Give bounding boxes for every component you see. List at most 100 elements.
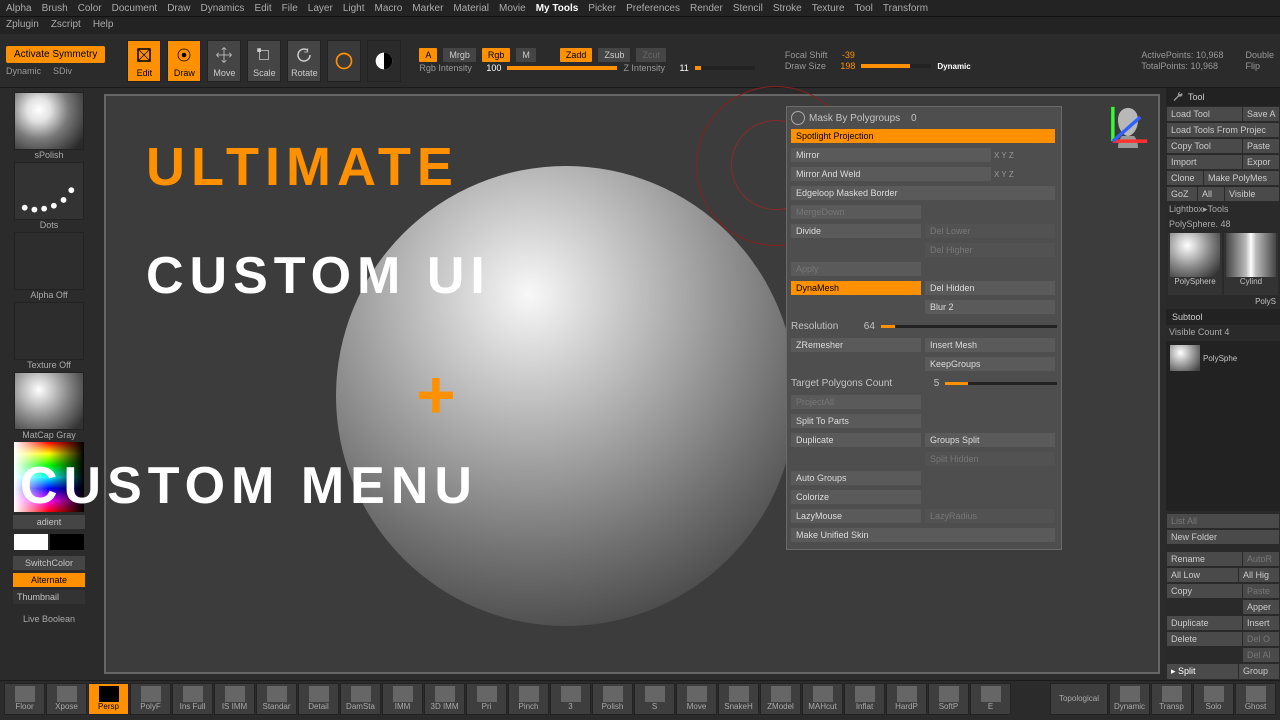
edgeloop-button[interactable]: Edgeloop Masked Border: [791, 186, 1055, 200]
menu-alpha[interactable]: Alpha: [6, 3, 32, 14]
del-all-button[interactable]: Del Al: [1243, 648, 1279, 662]
menu-color[interactable]: Color: [78, 3, 102, 14]
mahcut-brush-button[interactable]: MAHcut: [802, 683, 843, 715]
texture-slot[interactable]: Texture Off: [12, 302, 86, 370]
apply-button[interactable]: Apply: [791, 262, 921, 276]
menu-document[interactable]: Document: [112, 3, 158, 14]
edit-mode-button[interactable]: Edit: [127, 40, 161, 82]
lightbox-tools-link[interactable]: Lightbox▸Tools: [1166, 202, 1280, 217]
lazymouse-button[interactable]: LazyMouse: [791, 509, 921, 523]
menu-light[interactable]: Light: [343, 3, 365, 14]
menu-picker[interactable]: Picker: [588, 3, 616, 14]
blur-button[interactable]: Blur 2: [925, 300, 1055, 314]
rgb-button[interactable]: Rgb: [482, 48, 511, 62]
insert-mesh-button[interactable]: Insert Mesh: [925, 338, 1055, 352]
floor-button[interactable]: Floor: [4, 683, 45, 715]
live-boolean-label[interactable]: Live Boolean: [23, 614, 75, 624]
spotlight-projection-button[interactable]: Spotlight Projection: [791, 129, 1055, 143]
camera-head-gizmo[interactable]: [1104, 102, 1152, 150]
brush-spolish[interactable]: sPolish: [12, 92, 86, 160]
menu-zplugin[interactable]: Zplugin: [6, 19, 39, 30]
goz-all-button[interactable]: All: [1198, 187, 1224, 201]
polyf-button[interactable]: PolyF: [130, 683, 171, 715]
menu-tool[interactable]: Tool: [855, 3, 873, 14]
flip-button[interactable]: Flip: [1245, 61, 1274, 71]
gradient-button[interactable]: adient: [13, 515, 85, 529]
detail-brush-button[interactable]: Detail: [298, 683, 339, 715]
subtool-list[interactable]: PolySphe: [1166, 341, 1280, 511]
clone-button[interactable]: Clone: [1167, 171, 1203, 185]
scale-mode-button[interactable]: Scale: [247, 40, 281, 82]
import-button[interactable]: Import: [1167, 155, 1242, 169]
menu-movie[interactable]: Movie: [499, 3, 526, 14]
transp-button[interactable]: Transp: [1151, 683, 1192, 715]
snakehook-brush-button[interactable]: SnakeH: [718, 683, 759, 715]
dynamesh-button[interactable]: DynaMesh: [791, 281, 921, 295]
3dimm-brush-button[interactable]: 3D IMM: [424, 683, 465, 715]
double-button[interactable]: Double: [1245, 50, 1274, 60]
menu-stroke[interactable]: Stroke: [773, 3, 802, 14]
del-other-button[interactable]: Del O: [1243, 632, 1279, 646]
split-to-parts-button[interactable]: Split To Parts: [791, 414, 921, 428]
solo-button[interactable]: Solo: [1193, 683, 1234, 715]
append-button[interactable]: Apper: [1243, 600, 1279, 614]
zcut-button[interactable]: Zcut: [636, 48, 666, 62]
load-from-project-button[interactable]: Load Tools From Projec: [1167, 123, 1279, 137]
move-mode-button[interactable]: Move: [207, 40, 241, 82]
insfull-button[interactable]: Ins Full: [172, 683, 213, 715]
draw-mode-button[interactable]: Draw: [167, 40, 201, 82]
menu-dynamics[interactable]: Dynamics: [201, 3, 245, 14]
color-secondary[interactable]: [50, 534, 84, 550]
material-slot[interactable]: MatCap Gray: [12, 372, 86, 440]
menu-help[interactable]: Help: [93, 19, 114, 30]
contrast-icon-button[interactable]: [367, 40, 401, 82]
alpha-slot[interactable]: Alpha Off: [12, 232, 86, 300]
insert-subtool-button[interactable]: Insert: [1243, 616, 1279, 630]
tool-thumb-cylinder[interactable]: Cylind: [1224, 233, 1278, 295]
duplicate-subtool-button[interactable]: Duplicate: [1167, 616, 1242, 630]
split-hidden-button[interactable]: Split Hidden: [925, 452, 1055, 466]
dynamic-toggle[interactable]: Dynamic: [937, 62, 970, 71]
m-button[interactable]: M: [516, 48, 536, 62]
ghost-button[interactable]: Ghost: [1235, 683, 1276, 715]
rotate-mode-button[interactable]: Rotate: [287, 40, 321, 82]
alternate-button[interactable]: Alternate: [13, 573, 85, 587]
zadd-button[interactable]: Zadd: [560, 48, 593, 62]
isimm-button[interactable]: IS IMM: [214, 683, 255, 715]
copy-subtool-button[interactable]: Copy: [1167, 584, 1242, 598]
polish-brush-button[interactable]: Polish: [592, 683, 633, 715]
menu-edit[interactable]: Edit: [254, 3, 271, 14]
draw-size-slider[interactable]: [861, 64, 931, 68]
make-polymesh-button[interactable]: Make PolyMes: [1204, 171, 1279, 185]
pri-brush-button[interactable]: Pri: [466, 683, 507, 715]
menu-render[interactable]: Render: [690, 3, 723, 14]
imm-brush-button[interactable]: IMM: [382, 683, 423, 715]
softpolish-brush-button[interactable]: SoftP: [928, 683, 969, 715]
hardpolish-brush-button[interactable]: HardP: [886, 683, 927, 715]
topological-button[interactable]: Topological: [1050, 683, 1108, 715]
activate-symmetry-button[interactable]: Activate Symmetry: [6, 46, 105, 63]
load-tool-button[interactable]: Load Tool: [1167, 107, 1242, 121]
brush-e-button[interactable]: E: [970, 683, 1011, 715]
mirror-axes[interactable]: X Y Z: [991, 151, 1017, 160]
mirror-button[interactable]: Mirror: [791, 148, 991, 162]
lazyradius-button[interactable]: LazyRadius: [925, 509, 1055, 523]
groups-split-button[interactable]: Groups Split: [925, 433, 1055, 447]
mergedown-button[interactable]: MergeDown: [791, 205, 921, 219]
menu-stencil[interactable]: Stencil: [733, 3, 763, 14]
xpose-button[interactable]: Xpose: [46, 683, 87, 715]
menu-preferences[interactable]: Preferences: [626, 3, 680, 14]
move-brush-button[interactable]: Move: [676, 683, 717, 715]
del-lower-button[interactable]: Del Lower: [925, 224, 1055, 238]
persp-button[interactable]: Persp: [88, 683, 129, 715]
rename-button[interactable]: Rename: [1167, 552, 1242, 566]
menu-file[interactable]: File: [282, 3, 298, 14]
menu-draw[interactable]: Draw: [167, 3, 190, 14]
mirror-weld-button[interactable]: Mirror And Weld: [791, 167, 991, 181]
auto-groups-button[interactable]: Auto Groups: [791, 471, 921, 485]
menu-transform[interactable]: Transform: [883, 3, 928, 14]
goz-visible-button[interactable]: Visible: [1225, 187, 1279, 201]
refresh-icon[interactable]: [791, 111, 805, 125]
paste-tool-button[interactable]: Paste: [1243, 139, 1279, 153]
all-low-button[interactable]: All Low: [1167, 568, 1238, 582]
